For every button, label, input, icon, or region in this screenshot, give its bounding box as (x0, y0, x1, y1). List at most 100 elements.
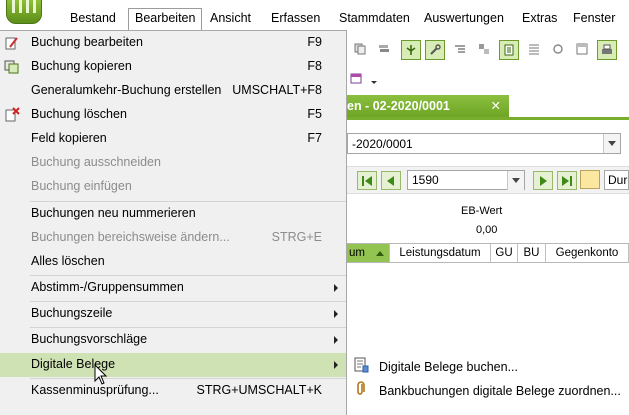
list-icon[interactable] (525, 40, 545, 60)
menu-fenster[interactable]: Fenster (567, 8, 621, 30)
toolbar (347, 36, 629, 64)
menu-item-abstimm-gruppensummen[interactable]: Abstimm-/Gruppensummen (0, 276, 346, 300)
document-select[interactable]: -2020/0001 (347, 133, 621, 154)
menu-auswertungen[interactable]: Auswertungen (418, 8, 510, 30)
document-tab[interactable]: en - 02-2020/0001 ✕ (347, 95, 509, 117)
paperclip-icon (357, 381, 365, 395)
menu-ansicht[interactable]: Ansicht (204, 8, 257, 30)
previous-record-icon[interactable] (381, 171, 401, 190)
menu-item-buchung-kopieren[interactable]: Buchung kopieren F8 (0, 55, 346, 79)
delete-icon (5, 107, 20, 122)
menu-item-bereichsweise-aendern: Buchungen bereichsweise ändern... STRG+E (0, 226, 346, 250)
submenu-item-label: Digitale Belege buchen... (379, 360, 518, 374)
menu-item-label: Buchungen neu nummerieren (31, 206, 196, 220)
stack-icon[interactable] (375, 40, 395, 60)
refresh-icon[interactable] (549, 40, 569, 60)
submenu-arrow-icon (334, 310, 338, 318)
column-header-bu[interactable]: BU (518, 244, 546, 262)
menu-item-shortcut: F8 (307, 59, 322, 73)
menu-item-label: Buchung kopieren (31, 59, 132, 73)
menu-item-label: Abstimm-/Gruppensummen (31, 280, 184, 294)
tree-icon[interactable] (401, 40, 421, 60)
menu-item-feld-kopieren[interactable]: Feld kopieren F7 (0, 127, 346, 151)
submenu-arrow-icon (334, 361, 338, 369)
grid-header: um Leistungsdatum GU BU Gegenkonto (347, 243, 629, 263)
chevron-down-icon[interactable] (507, 171, 524, 190)
menu-item-label: Buchungsvorschläge (31, 332, 148, 346)
column-header-gegenkonto[interactable]: Gegenkonto (546, 244, 629, 262)
document-select-value: -2020/0001 (352, 137, 413, 151)
menu-item-shortcut: F5 (307, 107, 322, 121)
logo-mark (6, 0, 42, 24)
menu-item-generalumkehr[interactable]: Generalumkehr-Buchung erstellen UMSCHALT… (0, 79, 346, 103)
calendar-icon[interactable] (347, 69, 367, 89)
submenu-item-label: Bankbuchungen digitale Belege zuordnen..… (379, 384, 621, 398)
record-number-select[interactable]: 1590 (407, 170, 525, 190)
menu-item-kassenminuspruefung[interactable]: Kassenminusprüfung... STRG+UMSCHALT+K (0, 379, 346, 403)
mouse-cursor-icon (94, 364, 108, 385)
blocks-icon[interactable] (475, 40, 495, 60)
sort-ascending-icon (376, 251, 384, 256)
menu-item-shortcut: STRG+UMSCHALT+K (196, 383, 323, 397)
menu-item-label: Buchung löschen (31, 107, 127, 121)
copy-doc-icon[interactable] (351, 40, 371, 60)
wrench-icon[interactable] (425, 40, 445, 60)
submenu-item-bankbuchungen-zuordnen[interactable]: Bankbuchungen digitale Belege zuordnen..… (347, 378, 629, 402)
column-header-datum[interactable]: um (347, 244, 390, 262)
menu-item-buchung-ausschneiden: Buchung ausschneiden (0, 151, 346, 175)
column-header-gu[interactable]: GU (491, 244, 518, 262)
tab-underline (347, 117, 629, 120)
menu-extras[interactable]: Extras (516, 8, 563, 30)
menu-erfassen[interactable]: Erfassen (265, 8, 326, 30)
document-view-icon[interactable] (499, 40, 519, 60)
menu-item-buchungsvorschlaege[interactable]: Buchungsvorschläge (0, 328, 346, 352)
menu-item-label: Generalumkehr-Buchung erstellen (31, 83, 222, 97)
menu-bestand[interactable]: Bestand (64, 8, 122, 30)
last-record-icon[interactable] (557, 171, 577, 190)
eb-value-label: EB-Wert (461, 205, 503, 217)
menu-item-shortcut: UMSCHALT+F8 (232, 83, 322, 97)
menu-item-label: Buchung einfügen (31, 179, 132, 193)
bearbeiten-menu: Buchung bearbeiten F9 Buchung kopieren F… (0, 30, 347, 415)
menu-item-label: Buchung ausschneiden (31, 155, 161, 169)
note-icon[interactable] (580, 170, 600, 189)
document-book-icon (354, 357, 369, 373)
menu-stammdaten[interactable]: Stammdaten (333, 8, 416, 30)
menu-bar: Bestand Bearbeiten Ansicht Erfassen Stam… (60, 8, 629, 30)
menu-item-buchung-loeschen[interactable]: Buchung löschen F5 (0, 103, 346, 127)
submenu-arrow-icon (334, 336, 338, 344)
display-mode-select[interactable]: Durc (604, 170, 629, 190)
menu-item-buchungszeile[interactable]: Buchungszeile (0, 302, 346, 326)
document-tab-title: en - 02-2020/0001 (347, 99, 450, 113)
window-icon[interactable] (573, 40, 593, 60)
menu-item-digitale-belege[interactable]: Digitale Belege (0, 353, 346, 377)
column-header-leistungsdatum[interactable]: Leistungsdatum (390, 244, 491, 262)
menu-item-label: Feld kopieren (31, 131, 107, 145)
close-tab-icon[interactable]: ✕ (491, 95, 501, 117)
digitale-belege-submenu: Digitale Belege buchen... Bankbuchungen … (347, 352, 629, 415)
column-header-label: um (349, 247, 365, 259)
menu-item-label: Alles löschen (31, 254, 105, 268)
menu-item-alles-loeschen[interactable]: Alles löschen (0, 250, 346, 274)
next-record-icon[interactable] (533, 171, 553, 190)
menu-item-neu-nummerieren[interactable]: Buchungen neu nummerieren (0, 202, 346, 226)
app-logo (0, 0, 52, 26)
toolbar-dropdown-icon[interactable] (369, 69, 379, 89)
submenu-item-digitale-belege-buchen[interactable]: Digitale Belege buchen... (347, 354, 629, 378)
print-preview-icon[interactable] (597, 40, 617, 60)
edit-icon (5, 37, 18, 50)
eb-value: 0,00 (476, 224, 498, 236)
menu-item-label: Buchungszeile (31, 306, 113, 320)
menu-item-label: Buchungen bereichsweise ändern... (31, 230, 230, 244)
copy-icon (4, 60, 19, 74)
menu-item-label: Buchung bearbeiten (31, 35, 143, 49)
list-indent-icon[interactable] (451, 40, 471, 60)
first-record-icon[interactable] (357, 171, 377, 190)
toolbar-secondary (347, 66, 407, 92)
menu-item-buchung-bearbeiten[interactable]: Buchung bearbeiten F9 (0, 31, 346, 55)
menu-bearbeiten[interactable]: Bearbeiten (128, 8, 203, 30)
chevron-down-icon[interactable] (603, 134, 620, 153)
record-number-value: 1590 (412, 173, 439, 187)
menu-item-buchung-einfuegen: Buchung einfügen (0, 175, 346, 199)
menu-item-shortcut: F9 (307, 35, 322, 49)
